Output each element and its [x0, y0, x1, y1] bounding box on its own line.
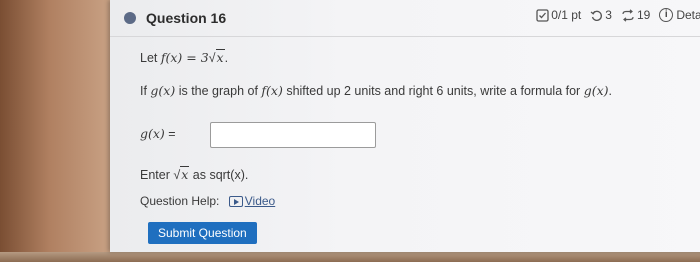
- text-segment: .: [608, 84, 612, 98]
- question-card: Question 16 0/1 pt 3 19 i Deta Let f(x) …: [110, 0, 700, 252]
- attempts-indicator: 19: [621, 8, 650, 22]
- g-of-x-math: g(x): [583, 83, 609, 98]
- function-definition: Let f(x) = 3√x.: [140, 49, 229, 65]
- text-segment: shifted up 2 units and right 6 units, wr…: [282, 84, 584, 98]
- status-dot: [124, 12, 136, 24]
- answer-label: g(x): [140, 126, 165, 141]
- answer-row: g(x) =: [140, 122, 376, 148]
- f-definition-math: f(x) = 3: [160, 50, 209, 65]
- checkbox-icon: [536, 8, 549, 22]
- sqrt-expression: √x: [208, 49, 225, 65]
- background-bottom: [0, 252, 700, 262]
- question-header: Question 16 0/1 pt 3 19 i Deta: [110, 0, 700, 37]
- attempts-count: 19: [636, 8, 651, 22]
- submit-question-button[interactable]: Submit Question: [148, 222, 257, 244]
- sqrt-expression: √x: [173, 166, 190, 182]
- info-icon: i: [659, 8, 674, 22]
- let-text: Let: [140, 51, 161, 65]
- question-text: If g(x) is the graph of f(x) shifted up …: [140, 83, 612, 98]
- score-text: 0/1 pt: [551, 8, 582, 22]
- f-of-x-math: f(x): [261, 83, 283, 98]
- retry-icon: [590, 10, 603, 21]
- video-icon: [228, 196, 243, 208]
- details-label: Details: [676, 8, 700, 22]
- g-of-x-math: g(x): [150, 83, 176, 98]
- text-segment: If: [140, 84, 151, 98]
- answer-input[interactable]: [210, 122, 376, 148]
- sqrt-symbol: √: [208, 51, 216, 65]
- question-title: Question 16: [146, 10, 227, 26]
- hint-suffix: as sqrt(x).: [189, 168, 249, 182]
- equals-sign: =: [164, 127, 176, 141]
- attempts-icon: [622, 8, 634, 22]
- question-help: Question Help: Video: [140, 194, 275, 208]
- help-label: Question Help:: [140, 194, 220, 208]
- background-edge: [0, 0, 110, 262]
- hint-text: Enter √x as sqrt(x).: [140, 166, 249, 182]
- hint-prefix: Enter: [140, 168, 174, 182]
- retries-indicator: 3: [590, 8, 612, 22]
- sqrt-argument: x: [215, 49, 225, 65]
- details-link[interactable]: i Details: [659, 8, 700, 22]
- video-link[interactable]: Video: [245, 194, 275, 208]
- sqrt-argument: x: [180, 166, 190, 182]
- score-indicator: 0/1 pt: [536, 8, 581, 22]
- text-segment: is the graph of: [175, 84, 262, 98]
- retries-count: 3: [605, 8, 612, 22]
- period: .: [224, 51, 229, 65]
- question-meta: 0/1 pt 3 19 i Details: [536, 8, 700, 22]
